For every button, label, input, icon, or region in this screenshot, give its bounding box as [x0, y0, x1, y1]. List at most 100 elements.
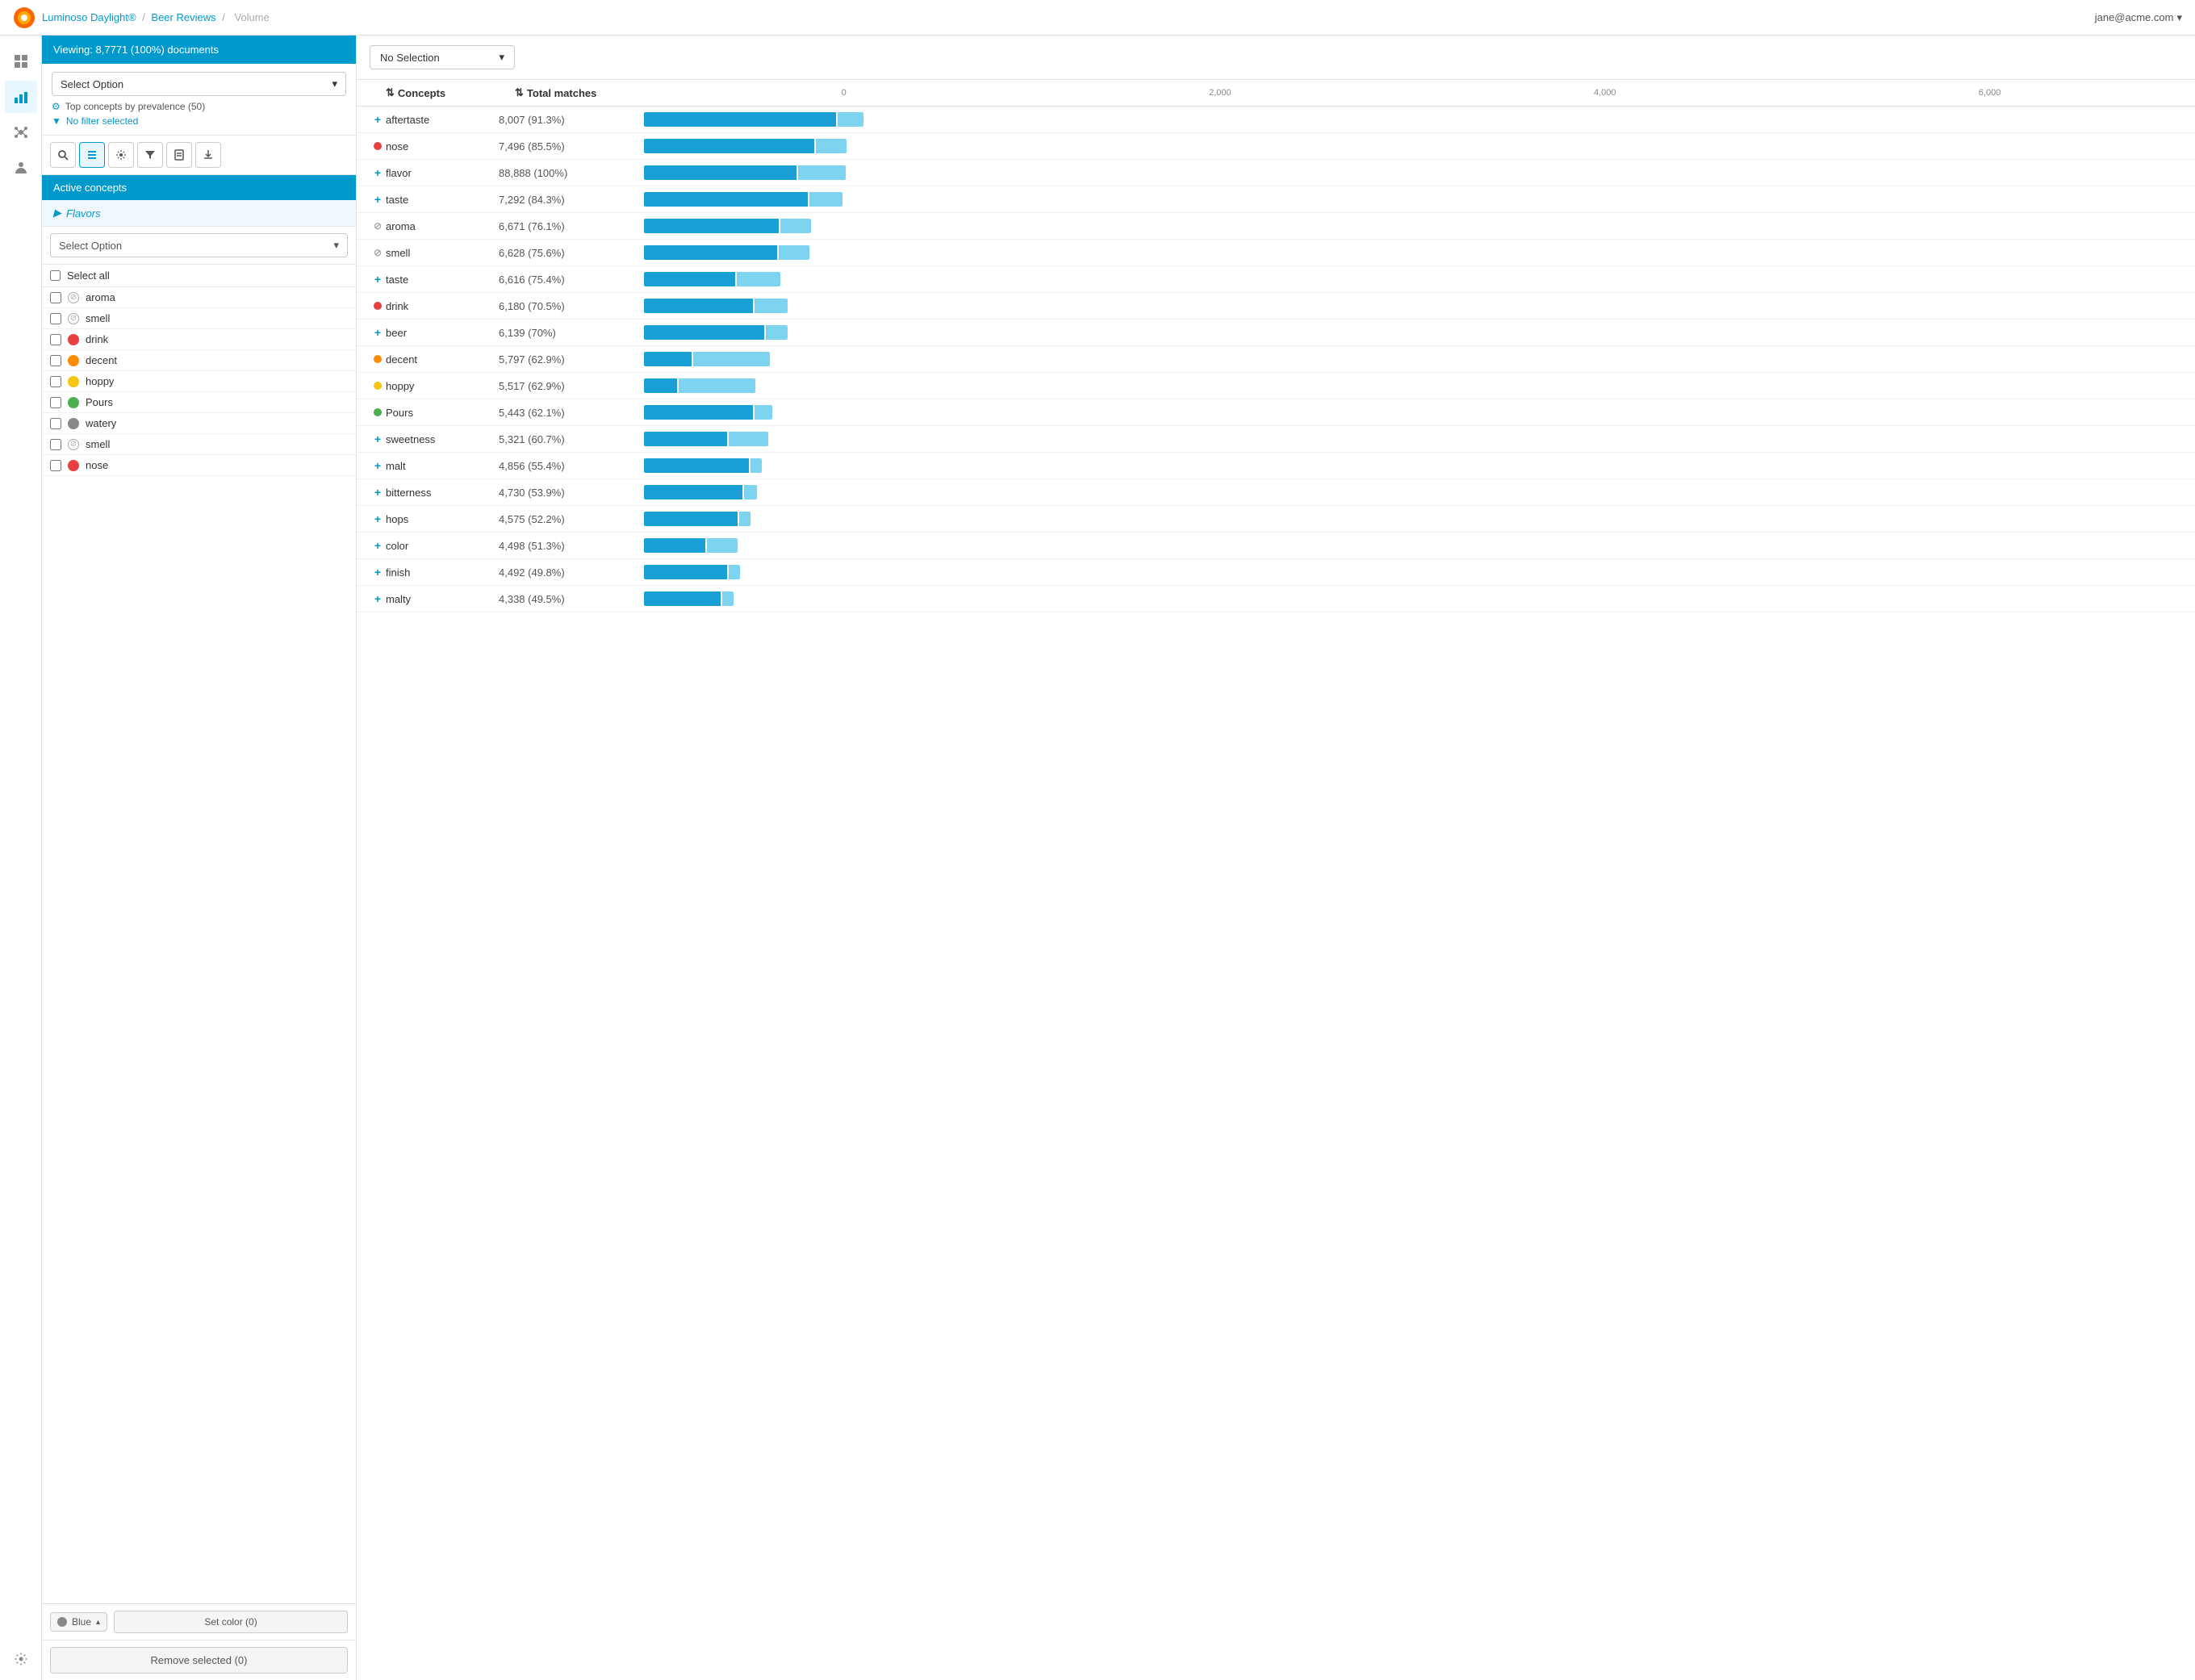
breadcrumb-page: Volume — [234, 11, 269, 23]
chart-row[interactable]: decent5,797 (62.9%) — [357, 346, 2195, 373]
bar-light — [755, 299, 788, 313]
top-select-label: Select Option — [61, 78, 123, 90]
concept-checkbox[interactable] — [50, 355, 61, 366]
top-select-chevron-icon: ▾ — [332, 77, 337, 90]
bar-light — [816, 139, 847, 153]
search-button[interactable] — [50, 142, 76, 168]
axis-label: 0 — [842, 88, 847, 98]
row-bar-container — [644, 351, 2182, 367]
concept-name-label: smell — [86, 312, 110, 324]
concept-list-item[interactable]: ⊘smell — [42, 434, 356, 455]
concept-checkbox[interactable] — [50, 397, 61, 408]
settings-button[interactable] — [108, 142, 134, 168]
chart-row[interactable]: +color4,498 (51.3%) — [357, 533, 2195, 559]
row-icon: + — [370, 433, 386, 445]
flavors-group-header[interactable]: ▶ Flavors — [42, 200, 356, 226]
concept-checkbox[interactable] — [50, 418, 61, 429]
set-color-button[interactable]: Set color (0) — [114, 1611, 348, 1633]
concept-checkbox[interactable] — [50, 460, 61, 471]
chart-row[interactable]: ⊘smell6,628 (75.6%) — [357, 240, 2195, 266]
concept-list-item[interactable]: decent — [42, 350, 356, 371]
concept-list-item[interactable]: Pours — [42, 392, 356, 413]
chart-row[interactable]: +taste6,616 (75.4%) — [357, 266, 2195, 293]
concept-list-item[interactable]: ⊘smell — [42, 308, 356, 329]
chart-row[interactable]: +sweetness5,321 (60.7%) — [357, 426, 2195, 453]
color-bar: Blue ▴ Set color (0) — [42, 1604, 356, 1640]
bar-light — [838, 112, 863, 127]
col-concepts-header[interactable]: ⇅ Concepts — [386, 86, 515, 99]
concept-checkbox[interactable] — [50, 439, 61, 450]
no-selection-dropdown[interactable]: No Selection ▾ — [370, 45, 515, 69]
row-icon: + — [370, 113, 386, 126]
chart-row[interactable]: +taste7,292 (84.3%) — [357, 186, 2195, 213]
axis-label: 4,000 — [1594, 88, 1616, 98]
chart-row[interactable]: +flavor88,888 (100%) — [357, 160, 2195, 186]
bar-light — [798, 165, 846, 180]
row-bar-container — [644, 511, 2182, 527]
blocked-dot-icon: ⊘ — [68, 292, 79, 303]
sidebar-item-grid[interactable] — [5, 45, 37, 77]
bar-dark — [644, 272, 735, 286]
bar-light — [729, 565, 740, 579]
sort-matches-icon: ⇅ — [515, 86, 524, 99]
row-concept-name: nose — [386, 140, 499, 153]
concept-checkbox[interactable] — [50, 292, 61, 303]
select-all-checkbox[interactable] — [50, 270, 61, 281]
row-matches-value: 5,443 (62.1%) — [499, 407, 644, 419]
chart-row[interactable]: +finish4,492 (49.8%) — [357, 559, 2195, 586]
user-email: jane@acme.com — [2095, 11, 2174, 23]
chart-row[interactable]: hoppy5,517 (62.9%) — [357, 373, 2195, 399]
select-all-label: Select all — [67, 270, 110, 282]
sidebar-item-settings[interactable] — [5, 1648, 37, 1680]
filter-icon: ▼ — [52, 115, 61, 127]
sidebar-item-cluster[interactable] — [5, 116, 37, 148]
breadcrumb-app[interactable]: Luminoso Daylight® — [42, 11, 136, 23]
color-dot-icon — [68, 334, 79, 345]
concept-list-item[interactable]: ⊘aroma — [42, 287, 356, 308]
row-matches-value: 7,496 (85.5%) — [499, 140, 644, 153]
no-selection-chevron-icon: ▾ — [499, 51, 504, 64]
concept-list-item[interactable]: nose — [42, 455, 356, 476]
breadcrumb-project[interactable]: Beer Reviews — [151, 11, 215, 23]
select-all-row[interactable]: Select all — [42, 265, 356, 287]
concept-checkbox[interactable] — [50, 313, 61, 324]
concept-list-item[interactable]: drink — [42, 329, 356, 350]
chart-row[interactable]: nose7,496 (85.5%) — [357, 133, 2195, 160]
list-view-button[interactable] — [79, 142, 105, 168]
remove-selected-button[interactable]: Remove selected (0) — [50, 1647, 348, 1674]
document-button[interactable] — [166, 142, 192, 168]
row-concept-name: aroma — [386, 220, 499, 232]
download-button[interactable] — [195, 142, 221, 168]
chart-row[interactable]: +hops4,575 (52.2%) — [357, 506, 2195, 533]
row-matches-value: 4,338 (49.5%) — [499, 593, 644, 605]
top-concepts-label: Top concepts by prevalence (50) — [65, 101, 205, 112]
top-select-dropdown[interactable]: Select Option ▾ — [52, 72, 346, 96]
sidebar-item-chart[interactable] — [5, 81, 37, 113]
concept-list-item[interactable]: watery — [42, 413, 356, 434]
chart-row[interactable]: +bitterness4,730 (53.9%) — [357, 479, 2195, 506]
concept-list-item[interactable]: hoppy — [42, 371, 356, 392]
chart-row[interactable]: ⊘aroma6,671 (76.1%) — [357, 213, 2195, 240]
chart-row[interactable]: +beer6,139 (70%) — [357, 320, 2195, 346]
user-menu[interactable]: jane@acme.com ▾ — [2095, 11, 2182, 24]
concept-checkbox[interactable] — [50, 334, 61, 345]
filter-button[interactable] — [137, 142, 163, 168]
col-matches-header[interactable]: ⇅ Total matches — [515, 86, 660, 99]
bar-dark — [644, 325, 764, 340]
bar-dark — [644, 139, 814, 153]
row-bar-container — [644, 271, 2182, 287]
chart-row[interactable]: +aftertaste8,007 (91.3%) — [357, 107, 2195, 133]
chart-row[interactable]: +malt4,856 (55.4%) — [357, 453, 2195, 479]
concept-checkbox[interactable] — [50, 376, 61, 387]
chart-row[interactable]: drink6,180 (70.5%) — [357, 293, 2195, 320]
viewing-label: Viewing: 8,7771 (100%) documents — [53, 44, 219, 56]
row-matches-value: 5,797 (62.9%) — [499, 353, 644, 366]
color-indicator[interactable]: Blue ▴ — [50, 1612, 107, 1632]
concept-name-label: hoppy — [86, 375, 114, 387]
sidebar-item-person[interactable] — [5, 152, 37, 184]
bar-light — [722, 591, 734, 606]
chart-row[interactable]: Pours5,443 (62.1%) — [357, 399, 2195, 426]
row-bar-container — [644, 564, 2182, 580]
chart-row[interactable]: +malty4,338 (49.5%) — [357, 586, 2195, 612]
concept-dropdown[interactable]: Select Option ▾ — [50, 233, 348, 257]
